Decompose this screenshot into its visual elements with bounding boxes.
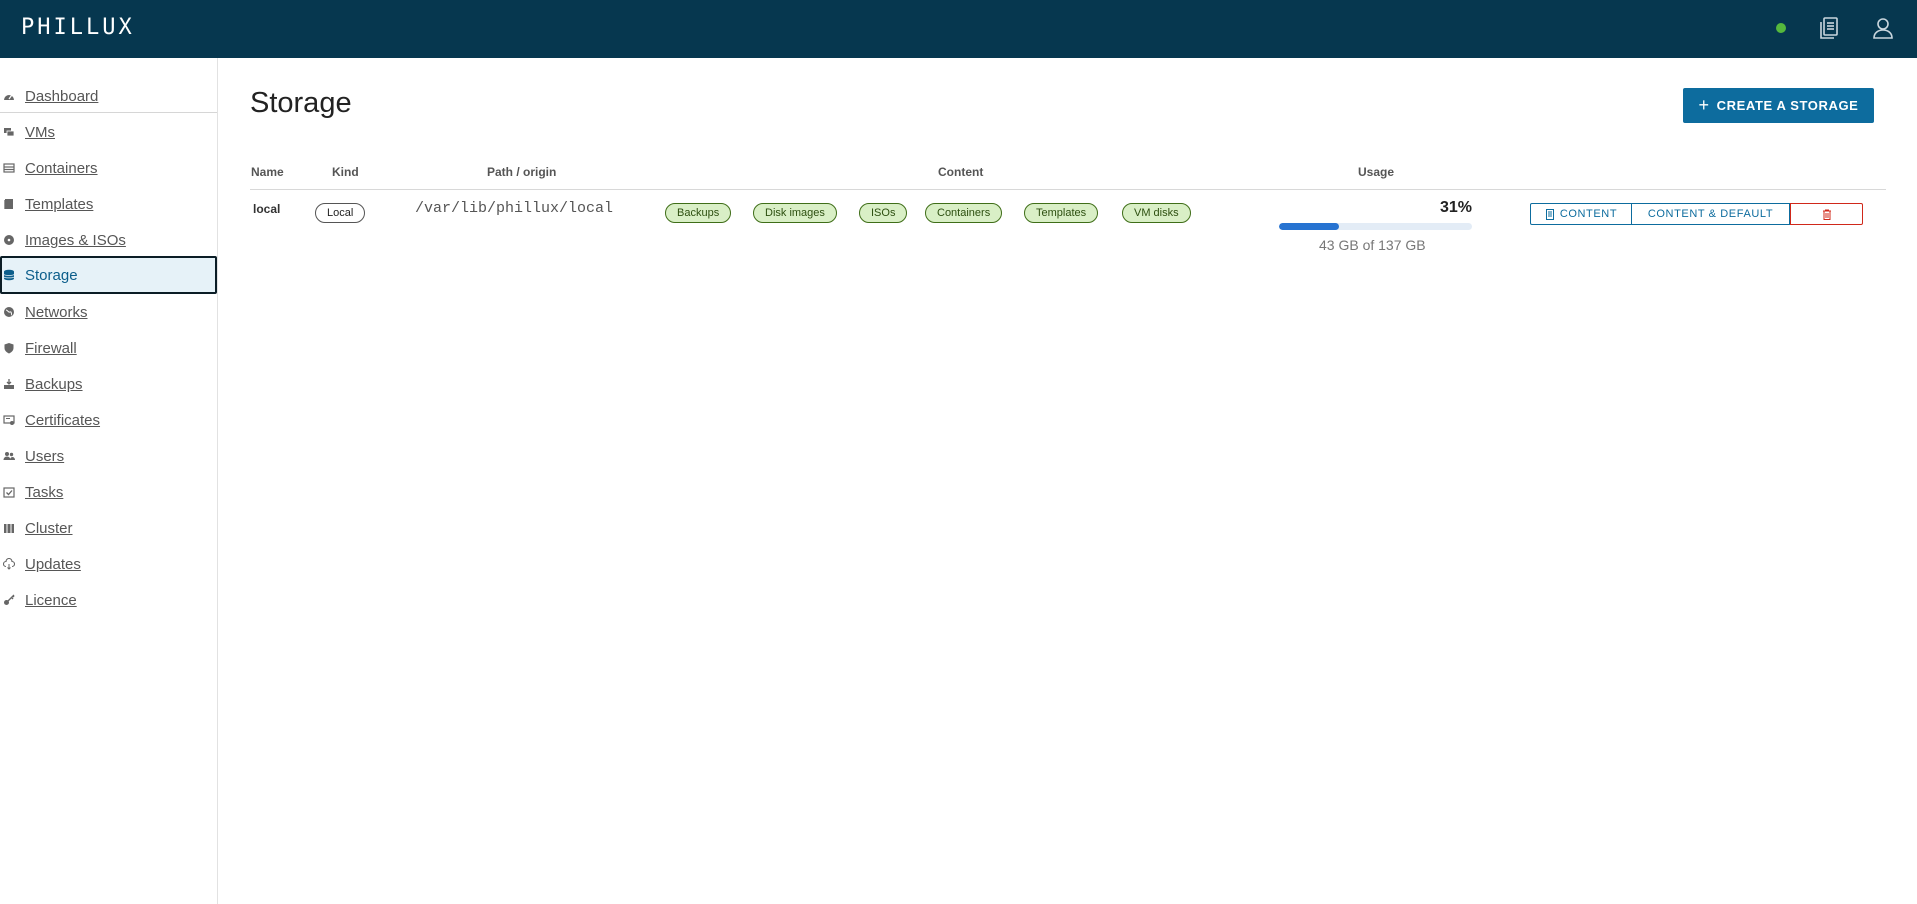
usage-progress-fill	[1279, 223, 1339, 230]
usage-text: 43 GB of 137 GB	[1319, 237, 1426, 253]
sidebar-item-containers[interactable]: Containers	[0, 150, 217, 186]
sidebar: Dashboard VMs Containers Templates Image…	[0, 58, 218, 904]
content-tag: Disk images	[753, 203, 837, 223]
content-button-label: CONTENT	[1559, 208, 1618, 220]
sidebar-item-label: Dashboard	[25, 87, 99, 105]
sidebar-item-label: Networks	[25, 303, 88, 321]
sidebar-item-firewall[interactable]: Firewall	[0, 330, 217, 366]
sidebar-item-images-isos[interactable]: Images & ISOs	[0, 222, 217, 258]
sidebar-item-dashboard[interactable]: Dashboard	[0, 78, 217, 114]
disc-icon	[3, 234, 15, 246]
sidebar-item-label: Cluster	[25, 519, 73, 537]
user-icon[interactable]	[1870, 15, 1896, 41]
content-tag: Templates	[1024, 203, 1099, 223]
sidebar-item-tasks[interactable]: Tasks	[0, 474, 217, 510]
sidebar-item-label: Certificates	[25, 411, 101, 429]
cloud-download-icon	[3, 558, 15, 570]
sidebar-item-vms[interactable]: VMs	[0, 114, 217, 150]
column-header-content: Content	[938, 165, 984, 179]
dashboard-icon	[3, 90, 15, 102]
content-tag: ISOs	[859, 203, 908, 223]
document-icon	[1545, 208, 1555, 220]
sidebar-item-certificates[interactable]: Certificates	[0, 402, 217, 438]
content-default-button[interactable]: CONTENT & DEFAULT	[1632, 203, 1790, 225]
usage-progress-bar	[1279, 223, 1472, 230]
sidebar-item-backups[interactable]: Backups	[0, 366, 217, 402]
sidebar-item-networks[interactable]: Networks	[0, 294, 217, 330]
cluster-icon	[3, 522, 15, 534]
sidebar-item-cluster[interactable]: Cluster	[0, 510, 217, 546]
column-header-usage[interactable]: Usage	[1358, 165, 1394, 179]
users-icon	[3, 450, 15, 462]
sidebar-item-label: Images & ISOs	[25, 231, 126, 249]
documents-icon[interactable]	[1816, 15, 1842, 41]
database-icon	[3, 269, 15, 281]
status-indicator	[1776, 23, 1786, 33]
page-title: Storage	[250, 87, 352, 119]
sidebar-item-label: Updates	[25, 555, 81, 573]
sidebar-item-label: Containers	[25, 159, 98, 177]
tasks-icon	[3, 486, 15, 498]
usage-percent: 31%	[1440, 199, 1473, 216]
sidebar-item-label: Storage	[25, 266, 78, 284]
sidebar-item-updates[interactable]: Updates	[0, 546, 217, 582]
sidebar-item-label: Templates	[25, 195, 94, 213]
vm-icon	[3, 126, 15, 138]
content-tag: Containers	[925, 203, 1003, 223]
column-header-path[interactable]: Path / origin	[487, 165, 556, 179]
sidebar-item-storage[interactable]: Storage	[0, 256, 217, 294]
column-header-kind[interactable]: Kind	[332, 165, 359, 179]
sidebar-item-label: Firewall	[25, 339, 77, 357]
delete-button[interactable]	[1790, 203, 1863, 225]
key-icon	[3, 594, 15, 606]
content-button[interactable]: CONTENT	[1530, 203, 1632, 225]
kind-badge: Local	[315, 203, 366, 223]
row-actions: CONTENT CONTENT & DEFAULT	[1530, 203, 1863, 225]
plus-icon: +	[1698, 95, 1710, 115]
column-header-name[interactable]: Name	[251, 165, 284, 179]
sidebar-item-label: Backups	[25, 375, 83, 393]
table-header-divider	[250, 189, 1886, 190]
sidebar-item-users[interactable]: Users	[0, 438, 217, 474]
sidebar-item-label: Users	[25, 447, 65, 465]
trash-icon	[1822, 209, 1832, 220]
sidebar-item-licence[interactable]: Licence	[0, 582, 217, 618]
sidebar-divider	[0, 112, 217, 113]
network-icon	[3, 306, 15, 318]
app-logo[interactable]: PHILLUX	[21, 15, 135, 40]
template-icon	[3, 198, 15, 210]
backup-icon	[3, 378, 15, 390]
sidebar-item-label: VMs	[25, 123, 55, 141]
sidebar-item-label: Tasks	[25, 483, 64, 501]
sidebar-item-templates[interactable]: Templates	[0, 186, 217, 222]
top-bar: PHILLUX	[0, 0, 1917, 58]
content-tag: VM disks	[1122, 203, 1191, 223]
certificate-icon	[3, 414, 15, 426]
container-icon	[3, 162, 15, 174]
content-default-button-label: CONTENT & DEFAULT	[1647, 208, 1774, 220]
storage-name: local	[253, 202, 281, 216]
storage-path: /var/lib/phillux/local	[415, 200, 614, 217]
shield-icon	[3, 342, 15, 354]
sidebar-item-label: Licence	[25, 591, 77, 609]
create-storage-button[interactable]: + CREATE A STORAGE	[1683, 88, 1874, 123]
create-storage-label: CREATE A STORAGE	[1716, 98, 1859, 113]
content-tag: Backups	[665, 203, 732, 223]
